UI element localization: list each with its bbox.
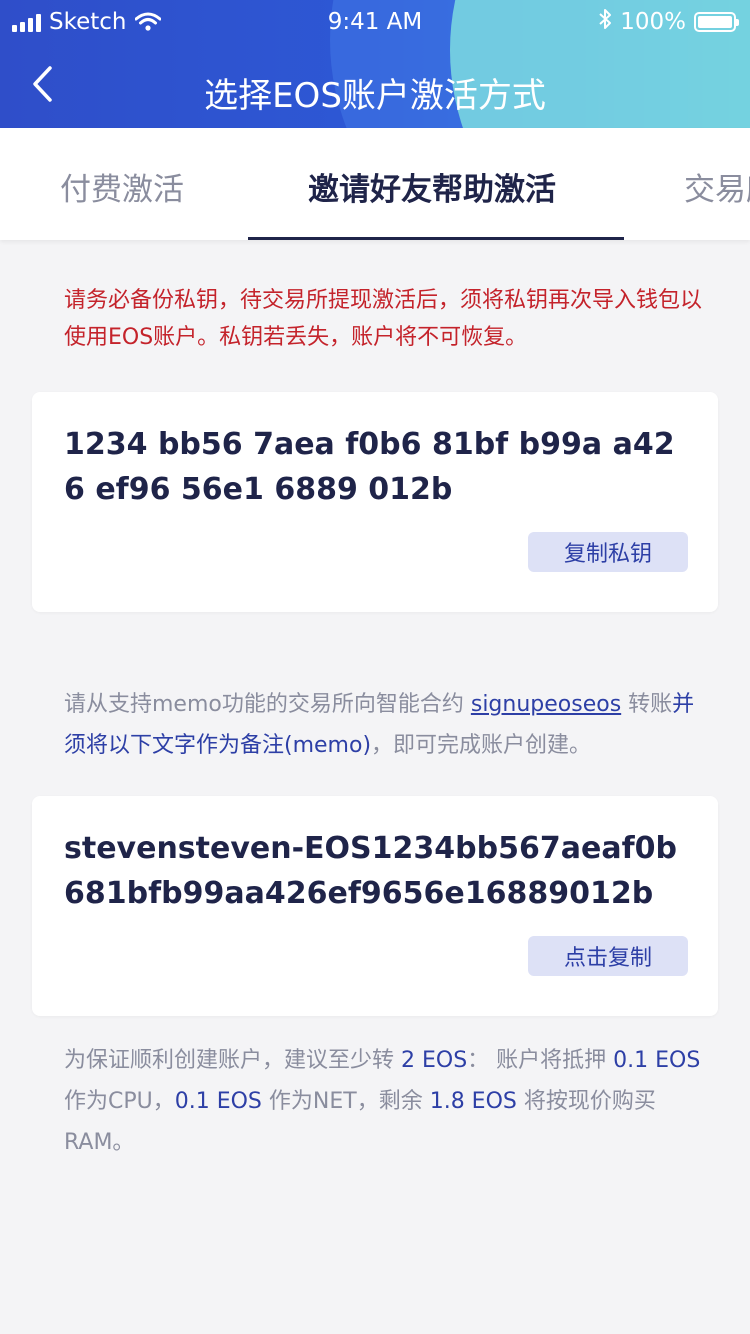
hint-text: 作为CPU，	[64, 1089, 175, 1114]
battery-percent: 100%	[620, 9, 686, 35]
tab-paid-activation[interactable]: 付费激活	[60, 164, 184, 209]
memo-instructions-middle: 转账	[621, 692, 673, 717]
memo-instructions-prefix: 请从支持memo功能的交易所向智能合约	[64, 692, 471, 717]
memo-instructions-suffix: ，即可完成账户创建。	[371, 733, 592, 758]
hint-value: 0.1 EOS	[174, 1089, 262, 1114]
bluetooth-icon	[598, 8, 612, 36]
hint-value: 0.1 EOS	[613, 1048, 701, 1073]
memo-instructions: 请从支持memo功能的交易所向智能合约 signupeoseos 转账并须将以下…	[64, 684, 704, 766]
copy-private-key-button[interactable]: 复制私钥	[528, 532, 688, 572]
tab-bar: 付费激活 邀请好友帮助激活 交易所	[0, 128, 750, 240]
backup-warning: 请务必备份私钥，待交易所提现激活后，须将私钥再次导入钱包以使用EOS账户。私钥若…	[64, 288, 703, 350]
tab-invite-friend-activation[interactable]: 邀请好友帮助激活	[308, 164, 556, 209]
hint-text: 为保证顺利创建账户，建议至少转	[64, 1048, 401, 1073]
status-bar: Sketch 9:41 AM 100%	[0, 0, 750, 44]
hint-text: 作为NET，剩余	[261, 1089, 430, 1114]
app-header: Sketch 9:41 AM 100% 选择EOS账户激活方式	[0, 0, 750, 128]
nav-bar: 选择EOS账户激活方式	[0, 44, 750, 128]
contract-link[interactable]: signupeoseos	[471, 692, 621, 717]
active-tab-indicator	[248, 237, 624, 240]
copy-memo-button[interactable]: 点击复制	[528, 936, 688, 976]
memo-card: stevensteven-EOS1234bb567aeaf0b681bfb99a…	[32, 796, 718, 1016]
hint-value: 2 EOS	[401, 1048, 468, 1073]
battery-icon	[694, 12, 739, 32]
hint-text: ： 账户将抵押	[467, 1048, 614, 1073]
private-key-text: 1234 bb56 7aea f0b6 81bf b99a a426 ef96 …	[64, 427, 675, 507]
hint-value: 1.8 EOS	[429, 1089, 517, 1114]
private-key-card: 1234 bb56 7aea f0b6 81bf b99a a426 ef96 …	[32, 392, 718, 612]
tab-exchange-activation[interactable]: 交易所	[684, 164, 750, 209]
status-right: 100%	[598, 8, 739, 36]
transfer-hint: 为保证顺利创建账户，建议至少转 2 EOS： 账户将抵押 0.1 EOS 作为C…	[64, 1040, 704, 1163]
memo-text: stevensteven-EOS1234bb567aeaf0b681bfb99a…	[64, 831, 677, 911]
page-title: 选择EOS账户激活方式	[204, 76, 546, 116]
